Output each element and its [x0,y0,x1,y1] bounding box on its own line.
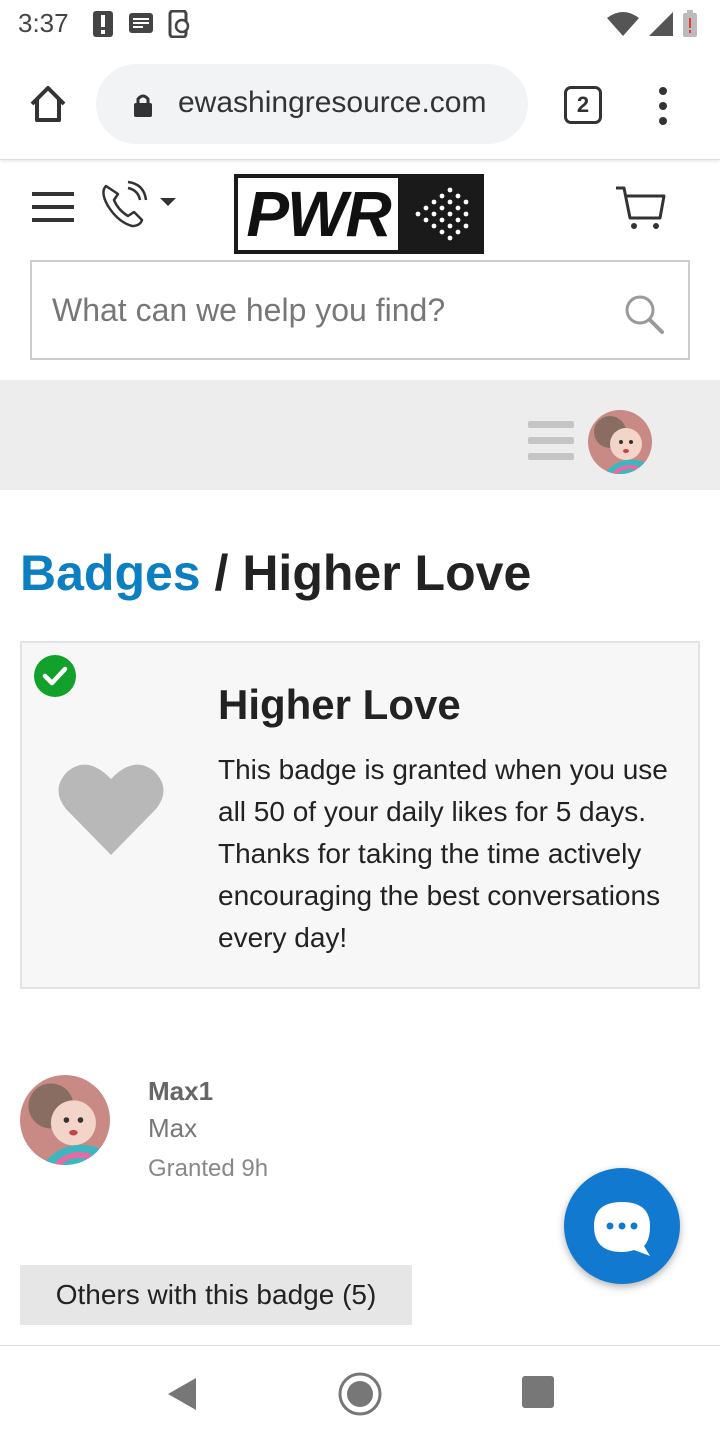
news-icon [129,13,153,33]
current-user-avatar[interactable] [588,410,652,474]
breadcrumb-current: Higher Love [242,545,532,601]
signal-icon [649,12,673,36]
breadcrumb: Badges / Higher Love [20,544,531,602]
badge-title: Higher Love [218,681,461,728]
browser-toolbar: ewashingresource.com 2 [0,50,720,160]
phone-sync-icon [168,10,190,38]
search-icon[interactable] [622,292,666,336]
browser-menu-button[interactable] [650,86,676,126]
alert-icon [93,11,113,37]
tab-switcher-button[interactable]: 2 [564,86,602,124]
cart-icon [616,186,666,229]
breadcrumb-badges-link[interactable]: Badges [20,545,201,601]
site-search [30,260,690,360]
system-nav-bar [0,1345,720,1440]
home-icon [30,86,66,122]
system-icons [606,10,698,38]
battery-alert-icon [683,10,697,37]
chat-bubble-icon [594,1202,650,1256]
back-icon[interactable] [162,1374,202,1414]
heart-icon [58,764,164,855]
cart-button[interactable] [612,182,668,232]
search-input[interactable] [52,262,612,358]
granted-name: Max [148,1113,198,1143]
hamburger-icon [528,421,574,460]
badge-description: This badge is granted when you use all 5… [218,754,668,953]
home-button[interactable] [26,82,70,126]
status-time: 3:37 [18,8,69,38]
site-header: PWR [0,162,720,260]
notification-icons [92,10,192,38]
lock-icon [134,94,152,117]
phone-dropdown[interactable] [98,180,182,230]
baby-avatar-icon [20,1075,110,1165]
status-bar: 3:37 [0,0,720,50]
recents-icon[interactable] [522,1376,554,1408]
baby-avatar-icon [588,410,652,474]
others-with-badge-button[interactable]: Others with this badge (5) [20,1265,412,1325]
granted-check-icon [34,655,76,697]
phone-icon [102,180,148,228]
breadcrumb-separator: / [200,545,243,601]
url-text: ewashingresource.com [178,86,487,119]
logo-text: PWR [238,178,398,250]
granted-username[interactable]: Max1 [148,1076,213,1107]
forum-menu-button[interactable] [528,420,574,460]
badge-card: Higher Love This badge is granted when y… [20,641,700,989]
chat-button[interactable] [564,1168,680,1284]
site-menu-button[interactable] [32,190,76,224]
wifi-icon [607,12,639,36]
forum-user-bar [0,380,720,490]
home-circle-icon[interactable] [336,1370,384,1418]
granted-user-avatar[interactable] [20,1075,110,1165]
pwr-logo[interactable]: PWR [234,174,484,254]
hamburger-icon [32,192,74,222]
more-vert-icon [659,87,667,125]
chevron-down-icon [160,198,176,206]
logo-spray-icon [415,187,469,241]
address-bar[interactable]: ewashingresource.com [96,64,528,144]
granted-time: Granted 9h [148,1155,269,1182]
